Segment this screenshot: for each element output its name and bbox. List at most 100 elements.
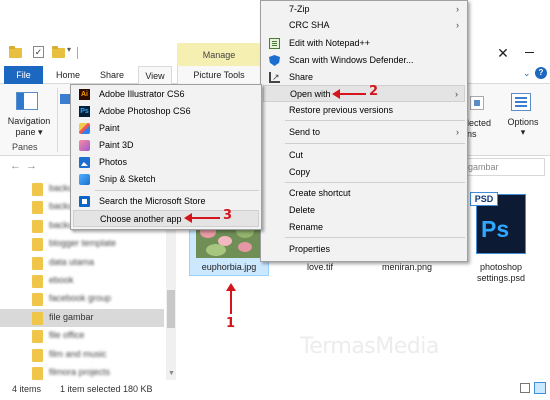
new-folder-quick-icon[interactable] (52, 46, 65, 58)
menu-item-send-to[interactable]: Send to › (263, 124, 465, 141)
ribbon-separator (57, 88, 58, 152)
back-icon[interactable]: ← (10, 160, 21, 172)
open-with-submenu: Ai Adobe Illustrator CS6 Ps Adobe Photosho… (70, 84, 262, 230)
forward-icon[interactable]: → (26, 160, 37, 172)
folder-icon (32, 201, 43, 215)
menu-item-edit-notepadpp[interactable]: Edit with Notepad++ (263, 35, 465, 52)
menu-item-crc-sha[interactable]: CRC SHA › (263, 17, 465, 34)
nav-item[interactable]: data utama (0, 254, 164, 272)
chevron-right-icon: › (456, 127, 459, 137)
nav-scrollbar-thumb[interactable] (167, 290, 175, 328)
minimize-button[interactable] (525, 52, 534, 53)
help-icon[interactable]: ? (535, 67, 547, 79)
ps-logo-text: Ps (481, 216, 510, 242)
status-selection: 1 item selected 180 KB (60, 384, 153, 394)
chevron-right-icon: › (456, 4, 459, 14)
panes-group-label: Panes (12, 142, 38, 152)
menu-item-delete[interactable]: Delete (263, 202, 465, 219)
paint-3d-icon (79, 140, 90, 151)
menu-item-cut[interactable]: Cut (263, 147, 465, 164)
callout-arrow-3 (184, 213, 220, 223)
illustrator-icon: Ai (79, 89, 90, 100)
navigation-pane-button[interactable]: Navigation pane ▾ (6, 116, 52, 138)
large-icons-view-icon[interactable] (534, 382, 546, 394)
photos-icon (79, 157, 90, 168)
title-separator (77, 47, 78, 59)
menu-item-properties[interactable]: Properties (263, 241, 465, 258)
folder-icon (9, 46, 22, 58)
file-name-meniran[interactable]: meniran.png (372, 262, 442, 272)
snip-sketch-icon (79, 174, 90, 185)
menu-item-paint[interactable]: Paint (73, 120, 259, 137)
nav-item-label: data utama (49, 256, 95, 267)
tab-view[interactable]: View (138, 66, 172, 84)
psd-badge: PSD (470, 192, 498, 206)
paint-icon (79, 123, 90, 134)
menu-item-restore-versions[interactable]: Restore previous versions (263, 102, 465, 119)
menu-item-share[interactable]: Share (263, 69, 465, 86)
nav-item[interactable]: blogger template (0, 235, 164, 253)
folder-icon (32, 183, 43, 196)
menu-item-adobe-illustrator[interactable]: Ai Adobe Illustrator CS6 (73, 86, 259, 103)
properties-quick-icon[interactable]: ✓ (33, 46, 44, 58)
nav-item-label: facebook group (49, 293, 112, 304)
tab-file[interactable]: File (4, 66, 43, 84)
photoshop-icon: Ps (79, 106, 90, 117)
callout-arrow-2 (332, 89, 366, 99)
file-name-love[interactable]: love.tif (290, 262, 350, 272)
menu-item-snip-sketch[interactable]: Snip & Sketch (73, 171, 259, 188)
folder-icon (32, 238, 43, 252)
nav-item[interactable]: file office (0, 327, 164, 345)
tab-share[interactable]: Share (94, 66, 130, 84)
watermark: TermasMedia (300, 334, 439, 359)
menu-item-rename[interactable]: Rename (263, 219, 465, 236)
details-view-icon[interactable] (520, 383, 530, 393)
nav-item-label: filmora projects (49, 367, 111, 377)
nav-item[interactable]: file gambar (0, 308, 164, 327)
callout-number-3: 3 (223, 208, 233, 223)
folder-icon (32, 256, 43, 270)
manage-label: Manage (202, 50, 236, 60)
nav-item[interactable]: film and music (0, 346, 164, 364)
folder-icon (32, 275, 43, 288)
file-name-photoshop[interactable]: photoshop settings.psd (462, 262, 540, 284)
navigation-pane-icon[interactable] (16, 92, 38, 110)
tab-picture-tools[interactable]: Picture Tools (177, 66, 261, 84)
hide-selected-items-icon[interactable] (470, 96, 484, 110)
options-icon[interactable] (511, 93, 531, 111)
close-button[interactable]: ✕ (483, 40, 523, 66)
menu-separator (285, 237, 465, 238)
nav-item-label: file gambar (49, 311, 94, 322)
microsoft-store-icon (79, 196, 90, 207)
defender-shield-icon (269, 55, 280, 66)
menu-separator (95, 190, 259, 191)
menu-item-photos[interactable]: Photos (73, 154, 259, 171)
layout-icon[interactable] (60, 94, 70, 104)
menu-item-copy[interactable]: Copy (263, 164, 465, 181)
status-item-count: 4 items (12, 384, 42, 394)
folder-icon (32, 311, 43, 325)
tab-home[interactable]: Home (50, 66, 86, 84)
folder-icon (32, 330, 43, 344)
options-button[interactable]: Options ▾ (503, 117, 543, 138)
chevron-down-icon[interactable]: ⌄ (523, 68, 531, 79)
quick-access-dropdown-icon[interactable]: ▾ (67, 45, 71, 57)
file-name-euphorbia: euphorbia.jpg (201, 262, 257, 272)
folder-icon (32, 367, 43, 380)
nav-item-label: file office (49, 330, 85, 341)
menu-item-scan-defender[interactable]: Scan with Windows Defender... (263, 52, 465, 69)
search-input[interactable]: gambar (465, 158, 545, 176)
scroll-down-icon[interactable]: ▼ (168, 370, 175, 377)
menu-item-adobe-photoshop[interactable]: Ps Adobe Photoshop CS6 (73, 103, 259, 120)
nav-item-label: film and music (49, 348, 107, 359)
menu-item-7zip[interactable]: 7-Zip › (263, 1, 465, 18)
nav-item[interactable]: ebook (0, 272, 164, 290)
context-menu: 7-Zip › CRC SHA › Edit with Notepad++ Scan… (260, 0, 468, 262)
callout-arrow-1 (226, 283, 236, 314)
hide-selected-items-label[interactable]: lected ns (467, 118, 491, 140)
menu-item-paint-3d[interactable]: Paint 3D (73, 137, 259, 154)
folder-icon (32, 293, 43, 307)
nav-item-label: blogger template (49, 238, 117, 249)
menu-item-create-shortcut[interactable]: Create shortcut (263, 185, 465, 202)
nav-item[interactable]: facebook group (0, 290, 164, 308)
